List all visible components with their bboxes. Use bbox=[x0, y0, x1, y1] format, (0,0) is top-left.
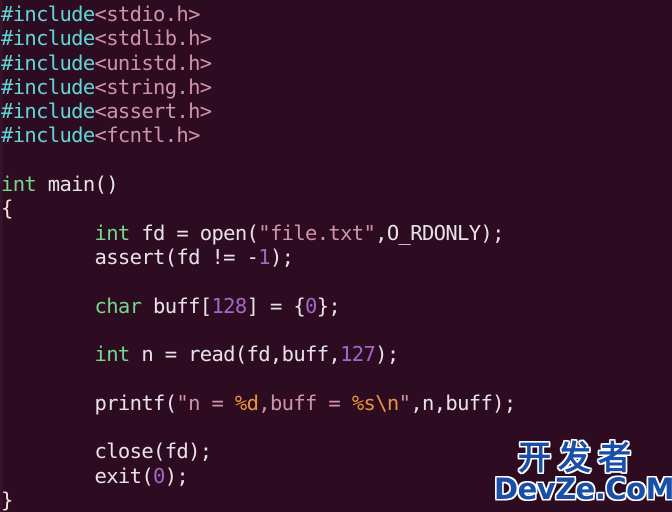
token-string-filename: "file.txt" bbox=[258, 220, 376, 245]
code-line-5: #include<assert.h> bbox=[1, 99, 672, 123]
token-header-name: <unistd.h> bbox=[94, 50, 213, 75]
code-editor-window[interactable]: #include<stdio.h> #include<stdlib.h> #incl… bbox=[0, 0, 672, 512]
code-line-17: printf("n = %d,buff = %s\n",n,buff); bbox=[1, 391, 672, 415]
token-header-name: <fcntl.h> bbox=[94, 123, 201, 148]
code-line-16-blank bbox=[1, 366, 672, 390]
token-quote-close: " bbox=[398, 390, 411, 415]
token-preprocessor: #include bbox=[1, 123, 95, 148]
token-preprocessor: #include bbox=[1, 74, 95, 99]
token-printf-args: ,n,buff); bbox=[410, 390, 516, 415]
code-line-6: #include<fcntl.h> bbox=[1, 123, 672, 147]
code-line-9: { bbox=[1, 196, 672, 220]
token-header-name: <assert.h> bbox=[94, 99, 213, 124]
token-assert-call: assert(fd != - bbox=[94, 244, 259, 269]
token-number-count: 127 bbox=[340, 342, 376, 367]
code-line-13: char buff[128] = {0}; bbox=[1, 294, 672, 318]
token-string-part: ,buff = bbox=[258, 390, 352, 415]
token-keyword-int: int bbox=[94, 220, 131, 245]
token-escape-newline: \n bbox=[375, 390, 399, 415]
token-preprocessor: #include bbox=[1, 26, 95, 51]
token-number-exit-code: 0 bbox=[153, 463, 165, 488]
token-keyword-char: char bbox=[94, 293, 142, 318]
token-assert-tail: ); bbox=[269, 244, 294, 269]
code-line-12-blank bbox=[1, 269, 672, 293]
code-line-19: close(fd); bbox=[1, 439, 672, 463]
token-number: 1 bbox=[258, 244, 270, 269]
code-line-20: exit(0); bbox=[1, 464, 672, 488]
source-code-block[interactable]: #include<stdio.h> #include<stdlib.h> #incl… bbox=[0, 0, 672, 512]
code-line-7-blank bbox=[1, 148, 672, 172]
token-open-call: fd = open( bbox=[129, 220, 259, 245]
token-header-name: <stdlib.h> bbox=[94, 26, 213, 51]
token-close-brace: } bbox=[1, 487, 13, 512]
code-line-14-blank bbox=[1, 318, 672, 342]
token-string-part: n = bbox=[188, 390, 235, 415]
token-assign-init: ] = { bbox=[246, 293, 306, 318]
token-header-name: <string.h> bbox=[94, 74, 213, 99]
token-read-tail: ); bbox=[375, 342, 399, 367]
token-preprocessor: #include bbox=[1, 50, 95, 75]
token-number-zero: 0 bbox=[305, 293, 317, 318]
token-init-tail: }; bbox=[316, 293, 341, 318]
code-line-15: int n = read(fd,buff,127); bbox=[1, 342, 672, 366]
token-open-flags: ,O_RDONLY); bbox=[375, 220, 504, 245]
code-line-8: int main() bbox=[1, 172, 672, 196]
token-open-brace: { bbox=[1, 196, 13, 221]
token-exit-call: exit( bbox=[94, 463, 154, 488]
code-line-4: #include<string.h> bbox=[1, 75, 672, 99]
code-line-2: #include<stdlib.h> bbox=[1, 26, 672, 50]
token-preprocessor: #include bbox=[1, 99, 95, 124]
code-line-10: int fd = open("file.txt",O_RDONLY); bbox=[1, 221, 672, 245]
token-read-call: n = read(fd,buff, bbox=[129, 342, 341, 367]
code-line-1: #include<stdio.h> bbox=[1, 2, 672, 26]
code-line-3: #include<unistd.h> bbox=[1, 51, 672, 75]
code-line-18-blank bbox=[1, 415, 672, 439]
token-format-specifier-s: %s bbox=[351, 390, 376, 415]
token-keyword-int: int bbox=[94, 342, 131, 367]
token-keyword-int: int bbox=[1, 172, 37, 197]
token-number-array-size: 128 bbox=[211, 293, 247, 318]
code-line-11: assert(fd != -1); bbox=[1, 245, 672, 269]
token-identifier-buff: buff[ bbox=[141, 293, 212, 318]
token-printf-call: printf( bbox=[94, 390, 178, 415]
token-quote-open: " bbox=[176, 390, 189, 415]
token-close-call: close(fd); bbox=[94, 439, 213, 464]
token-format-specifier-d: %d bbox=[234, 390, 259, 415]
token-header-name: <stdio.h> bbox=[94, 2, 201, 26]
code-line-21: } bbox=[1, 488, 672, 512]
token-function-main: main() bbox=[36, 172, 119, 197]
token-preprocessor: #include bbox=[1, 2, 95, 26]
token-exit-tail: ); bbox=[164, 463, 189, 488]
